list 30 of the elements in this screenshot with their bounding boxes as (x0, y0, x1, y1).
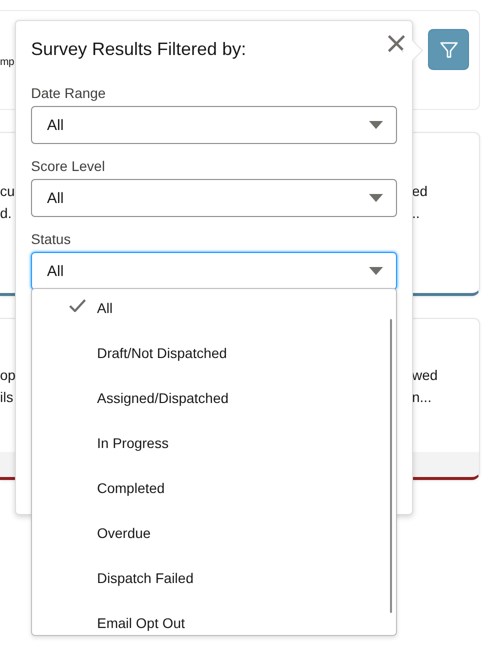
scrollbar[interactable] (390, 319, 392, 613)
text-fragment: .. (412, 204, 421, 223)
close-button[interactable]: × (382, 32, 411, 56)
dropdown-option[interactable]: Draft/Not Dispatched (32, 330, 396, 375)
dropdown-option[interactable]: Completed (32, 465, 396, 510)
filter-button[interactable] (428, 29, 469, 70)
text-fragment: op (0, 366, 16, 385)
text-fragment: ed (412, 182, 429, 201)
caret-icon (369, 194, 383, 202)
text-fragment: mp (0, 55, 14, 70)
dropdown-option[interactable]: Dispatch Failed (32, 555, 396, 600)
dropdown-option[interactable]: All (32, 289, 396, 330)
caret-icon (369, 121, 383, 129)
dropdown-option[interactable]: Assigned/Dispatched (32, 375, 396, 420)
caret-icon (369, 267, 383, 275)
dropdown-option[interactable]: In Progress (32, 420, 396, 465)
text-fragment: cu (0, 182, 15, 201)
text-fragment: d. (0, 204, 13, 223)
popover-title: Survey Results Filtered by: (31, 38, 246, 60)
select-field[interactable]: All (31, 179, 397, 217)
field-label: Score Level (31, 158, 106, 174)
text-fragment: ils (0, 388, 14, 407)
text-fragment: wed (412, 366, 439, 385)
funnel-icon (438, 40, 458, 60)
select-field[interactable]: All (31, 106, 397, 144)
field-label: Date Range (31, 85, 107, 101)
dropdown-option[interactable]: Email Opt Out (32, 600, 396, 635)
field-label: Status (31, 231, 72, 247)
text-fragment: n... (412, 388, 432, 407)
dropdown-option[interactable]: Overdue (32, 510, 396, 555)
